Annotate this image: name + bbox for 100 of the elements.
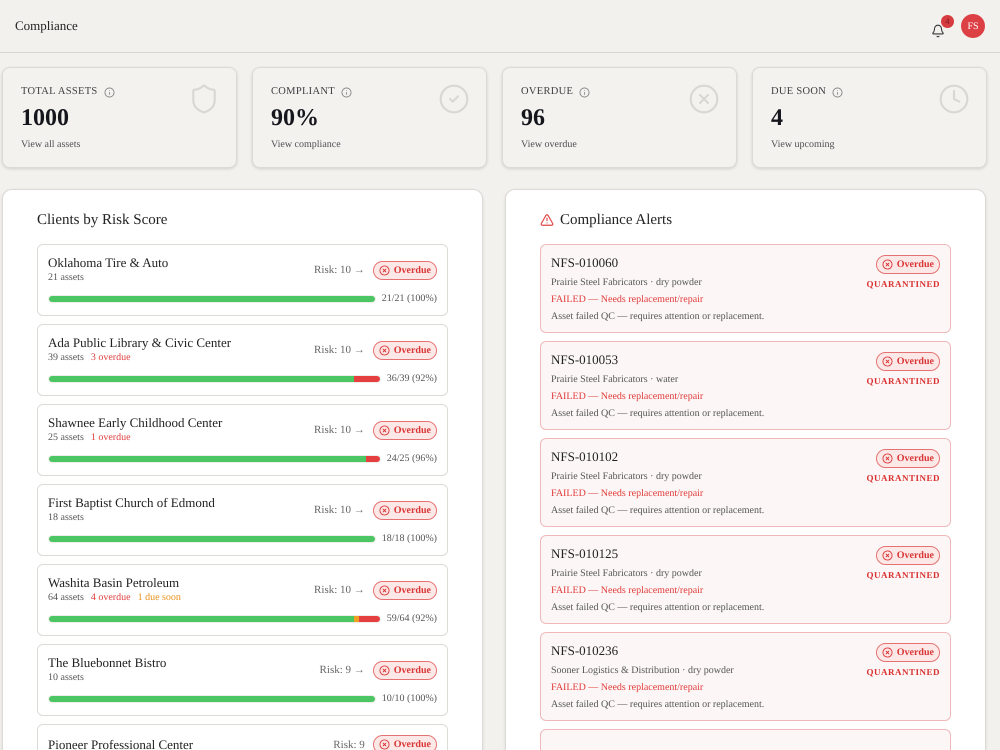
client-card[interactable]: Shawnee Early Childhood Center 25 assets 1 overdue Risk: 10 → Overdue 24/25 (96%) (37, 404, 448, 476)
failure-status: FAILED — Needs replacement/repair (551, 681, 704, 695)
x-circle-icon (378, 584, 390, 596)
client-card[interactable]: Oklahoma Tire & Auto 21 assets Risk: 10 → Overdue 21/21 (100%) (37, 244, 448, 316)
client-name: Washita Basin Petroleum (48, 575, 180, 591)
asset-detail: Prairie Steel Fabricators · dry powder (551, 276, 703, 290)
quarantine-label: QUARANTINED (866, 279, 940, 289)
client-card[interactable]: The Bluebonnet Bistro 10 assets Risk: 9 → Overdue 10/10 (100%) (37, 644, 448, 716)
panel-title: Clients by Risk Score (37, 211, 168, 230)
overdue-badge: Overdue (876, 449, 940, 468)
warning-icon (540, 213, 554, 227)
compliance-ratio: 24/25 (96%) (386, 453, 437, 465)
info-icon[interactable] (340, 86, 352, 98)
overdue-count: 4 overdue (90, 591, 131, 605)
alert-card[interactable]: NFS-010125 Prairie Steel Fabricators · dry powder FAILED — Needs replacement/repair Asset failed QC — requires attention or replacement. Overdue QUARANTINED (540, 535, 951, 624)
stat-label: DUE SOON (771, 85, 826, 99)
compliance-ratio: 36/39 (92%) (386, 373, 437, 385)
stat-label: TOTAL ASSETS (21, 85, 98, 99)
failure-status: FAILED — Needs replacement/repair (551, 584, 704, 598)
overdue-badge: Overdue (372, 660, 437, 680)
x-circle-icon (378, 504, 390, 516)
client-name: Oklahoma Tire & Auto (48, 255, 168, 271)
overdue-badge: Overdue (372, 340, 437, 360)
failure-status: FAILED — Needs replacement/repair (551, 293, 704, 307)
failure-status: FAILED — Needs replacement/repair (551, 487, 704, 501)
asset-id: NFS-010236 (551, 643, 620, 659)
quarantine-label: QUARANTINED (866, 473, 940, 483)
overdue-badge: Overdue (372, 260, 437, 280)
asset-count: 39 assets (48, 351, 84, 365)
risk-score: Risk: 10 → (314, 424, 365, 436)
alert-note: Asset failed QC — requires attention or replacement. (551, 407, 764, 421)
bell-icon (931, 24, 945, 38)
client-name: First Baptist Church of Edmond (48, 495, 215, 511)
client-name: Pioneer Professional Center (48, 736, 194, 750)
overdue-badge: Overdue (876, 643, 940, 662)
x-circle-icon (378, 344, 390, 356)
stat-label: COMPLIANT (271, 85, 335, 99)
due-soon-count: 1 due soon (138, 591, 181, 605)
alert-note: Asset failed QC — requires attention or replacement. (551, 698, 764, 712)
asset-count: 18 assets (48, 511, 84, 525)
overdue-count: 3 overdue (90, 351, 131, 365)
client-card[interactable]: Washita Basin Petroleum 64 assets 4 overdue 1 due soon Risk: 10 → Overdue 59/64 (92%) (37, 564, 448, 636)
user-avatar[interactable]: FS (961, 14, 985, 38)
stat-label: OVERDUE (521, 85, 574, 99)
alert-card[interactable]: NFS-010060 Prairie Steel Fabricators · dry powder FAILED — Needs replacement/repair Asset failed QC — requires attention or replacement. Overdue QUARANTINED (540, 244, 951, 333)
asset-detail: Sooner Logistics & Distribution · dry powder (551, 664, 735, 678)
stat-link[interactable]: View all assets (21, 138, 115, 152)
stat-value: 1000 (21, 104, 70, 132)
x-circle-icon (882, 647, 893, 658)
alert-card[interactable]: NFS-010102 Prairie Steel Fabricators · dry powder FAILED — Needs replacement/repair Asset failed QC — requires attention or replacement. Overdue QUARANTINED (540, 438, 951, 527)
stat-value: 96 (521, 104, 546, 132)
alert-card[interactable]: NFS-010236 Sooner Logistics & Distribution · dry powder FAILED — Needs replacement/repair Asset failed QC — requires attention or replacement. Overdue QUARANTINED (540, 632, 951, 721)
client-card[interactable]: Ada Public Library & Civic Center 39 assets 3 overdue Risk: 10 → Overdue 36/39 (92%) (37, 324, 448, 396)
compliance-ratio: 10/10 (100%) (382, 693, 437, 705)
notification-count-badge: 4 (941, 15, 954, 28)
asset-count: 21 assets (48, 271, 84, 285)
asset-count: 10 assets (48, 671, 84, 685)
page-title: Compliance (15, 18, 78, 34)
stat-link[interactable]: View upcoming (771, 138, 844, 152)
asset-count: 25 assets (48, 431, 84, 445)
info-icon[interactable] (579, 86, 590, 98)
compliance-ratio: 59/64 (92%) (386, 613, 437, 625)
alert-card[interactable]: NFS-010053 Prairie Steel Fabricators · water FAILED — Needs replacement/repair Asset failed QC — requires attention or replacement. Overdue QUARANTINED (540, 341, 951, 430)
client-card[interactable]: Pioneer Professional Center Risk: 9 Overdue (37, 724, 448, 750)
x-circle-icon (882, 550, 893, 561)
panel-title: Compliance Alerts (560, 211, 672, 230)
x-circle-icon (378, 739, 390, 750)
overdue-badge: Overdue (876, 546, 940, 565)
stat-link[interactable]: View overdue (521, 138, 590, 152)
asset-id: NFS-010102 (551, 449, 620, 465)
overdue-badge: Overdue (876, 255, 940, 274)
asset-count: 64 assets (48, 591, 84, 605)
x-circle-icon (378, 424, 390, 436)
client-name: Shawnee Early Childhood Center (48, 415, 222, 431)
compliance-ratio: 21/21 (100%) (382, 293, 437, 305)
risk-score: Risk: 9 (333, 738, 365, 750)
asset-id: NFS-010053 (551, 352, 620, 368)
risk-score: Risk: 10 → (314, 344, 365, 356)
overdue-badge: Overdue (372, 420, 437, 440)
stat-value: 90% (271, 104, 320, 132)
stat-link[interactable]: View compliance (271, 138, 352, 152)
x-circle-icon (378, 264, 390, 276)
overdue-badge: Overdue (372, 580, 437, 600)
risk-score: Risk: 10 → (314, 504, 365, 516)
asset-detail: Prairie Steel Fabricators · dry powder (551, 567, 703, 581)
client-card[interactable]: First Baptist Church of Edmond 18 assets Risk: 10 → Overdue 18/18 (100%) (37, 484, 448, 556)
failure-status: FAILED — Needs replacement/repair (551, 390, 704, 404)
info-icon[interactable] (104, 86, 115, 98)
stat-value: 4 (771, 104, 784, 132)
overdue-badge: Overdue (372, 500, 437, 520)
info-icon[interactable] (832, 86, 844, 98)
client-name: Ada Public Library & Civic Center (48, 335, 232, 351)
x-circle-icon (882, 259, 893, 270)
quarantine-label: QUARANTINED (866, 376, 940, 386)
risk-score: Risk: 9 → (320, 664, 365, 676)
x-circle-icon (378, 664, 390, 676)
client-name: The Bluebonnet Bistro (48, 655, 166, 671)
asset-id: NFS-010125 (551, 546, 620, 562)
asset-detail: Prairie Steel Fabricators · dry powder (551, 470, 703, 484)
risk-score: Risk: 10 → (314, 264, 365, 276)
